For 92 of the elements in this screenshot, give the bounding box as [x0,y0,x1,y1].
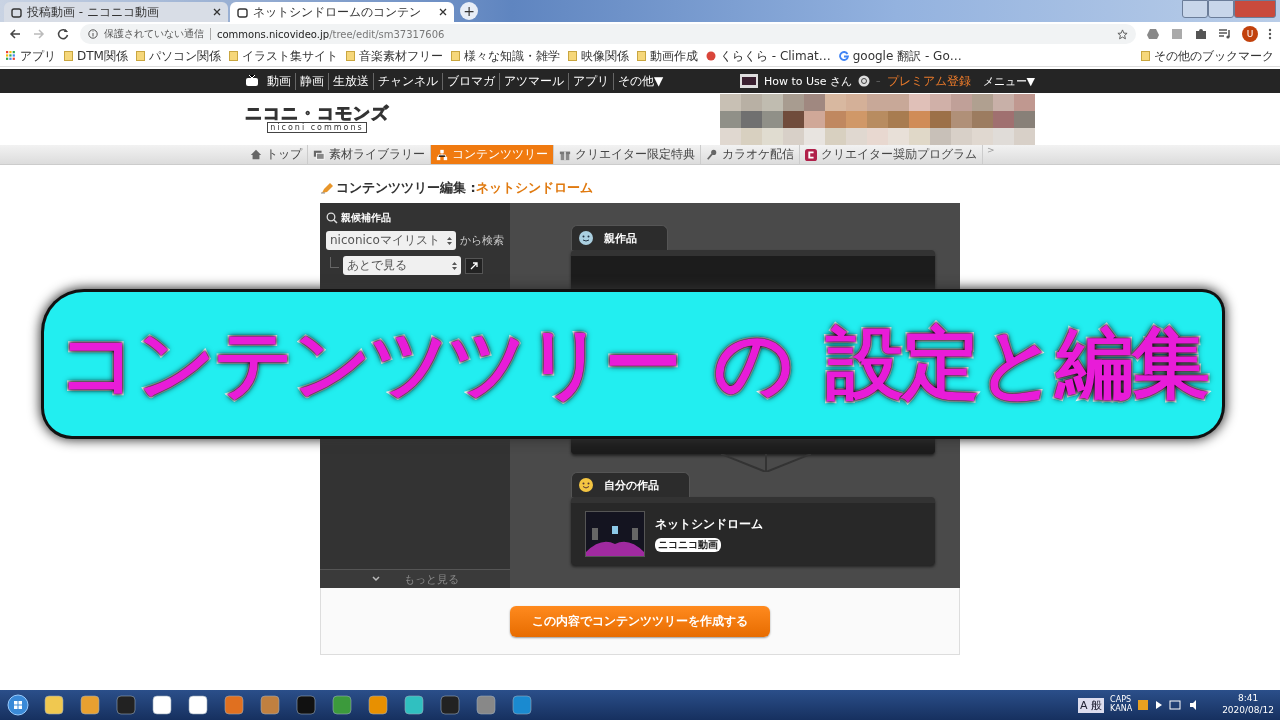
site-link[interactable]: 動画 [263,72,295,90]
gallery-icon [313,148,325,161]
premium-link[interactable]: プレミアム登録 [886,72,971,90]
folder-icon [450,51,460,61]
info-icon [88,29,98,39]
site-link[interactable]: アプリ [568,72,613,90]
pencil-icon [320,182,334,194]
bookmark-item[interactable]: DTM関係 [64,47,128,65]
work-title[interactable]: ネットシンドローム [655,516,763,533]
site-link[interactable]: アツマール [499,72,568,90]
menu-icon[interactable] [1268,28,1272,40]
app-icon[interactable] [150,694,174,716]
tree-icon [436,148,448,161]
url-text: commons.nicovideo.jp/tree/edit/sm37317606 [217,28,445,40]
folder-icon [1141,51,1150,61]
search-icon [326,212,338,224]
separator-dash: – [876,76,881,86]
app-icon[interactable] [366,694,390,716]
user-name[interactable]: How to Use さん [763,73,853,89]
back-icon[interactable] [8,27,22,41]
folder-icon [135,51,145,61]
bookmark-item[interactable]: 動画作成 [636,47,698,65]
bookmark-item[interactable]: 様々な知識・雑学 [450,47,560,65]
star-icon[interactable] [1117,28,1128,40]
folder-icon [567,51,577,61]
bookmark-item[interactable]: くらくら - Climat… [705,47,831,65]
close-icon[interactable] [213,8,221,16]
playlist-icon[interactable] [1218,27,1232,41]
site-link[interactable]: ブロマガ [442,72,499,90]
site-link[interactable]: その他▼ [613,72,668,90]
house-icon [250,148,262,161]
bookmark-folder[interactable]: その他のブックマーク [1141,47,1274,65]
caption-text: の [714,316,792,410]
google-g-icon [838,51,849,61]
page-title: コンテンツツリー編集 :ネットシンドローム [336,179,593,197]
profile-avatar[interactable]: U [1242,26,1258,42]
updown-arrows-icon [447,236,452,245]
coin-icon [858,75,871,87]
dropdown-suffix-label: から検索 [460,233,504,248]
reload-icon[interactable] [56,27,70,41]
ime-indicator[interactable]: A 般 [1078,697,1105,713]
caption-text: 設定と編集 [826,316,1208,410]
folder-icon [636,51,646,61]
maximize-button[interactable] [1208,0,1234,18]
browser-tab[interactable]: 投稿動画 - ニコニコ動画 [4,2,228,22]
bookmark-item[interactable]: google 翻訳 - Go… [838,47,962,65]
menu-link[interactable]: メニュー▼ [982,73,1035,89]
open-button[interactable] [465,257,483,274]
nav-tab[interactable]: トップ [245,145,308,164]
nav-tab[interactable]: クリエイター奨励プログラム [800,145,983,164]
updown-arrows-icon [452,261,457,270]
apps-grid-icon [6,51,16,61]
bookmark-item[interactable]: パソコン関係 [135,47,221,65]
bookmark-item[interactable]: アプリ [6,47,56,65]
minimize-button[interactable] [1182,0,1208,18]
keyboard-status: CAPS KANA [1110,696,1133,714]
app-icon[interactable] [78,694,102,716]
chevron-down-icon [371,576,380,582]
address-bar[interactable]: 保護されていない通信 commons.nicovideo.jp/tree/edit/sm37317606 [80,24,1136,44]
bookmark-item[interactable]: イラスト集サイト [228,47,338,65]
clock[interactable]: 8:41 2020/08/12 [1222,693,1274,717]
panel-title: 親候補作品 [341,211,391,225]
close-icon[interactable] [439,8,447,16]
site-badge: ニコニコ動画 [655,538,721,552]
start-orb-icon[interactable] [6,694,30,716]
app-icon[interactable] [186,694,210,716]
site-logo[interactable]: ニコニ・コモンズ niconi commons [245,105,389,133]
avatar-thumbnail-icon[interactable] [739,74,758,88]
caption-text: コンテンツツリー [58,316,680,410]
new-tab-button[interactable]: + [460,2,478,20]
nav-tab[interactable]: カラオケ配信 [701,145,800,164]
app-icon[interactable] [402,694,426,716]
arrow-icon [469,261,479,270]
video-thumbnail[interactable] [585,511,645,557]
site-link[interactable]: 静画 [295,72,328,90]
c-logo-icon [805,148,817,161]
bookmark-item[interactable]: 映像関係 [567,47,629,65]
folder-icon [228,51,238,61]
security-label: 保護されていない通信 [104,27,204,41]
site-link[interactable]: チャンネル [373,72,442,90]
list-dropdown[interactable]: あとで見る [343,256,461,275]
microphone-icon [706,148,718,161]
source-dropdown[interactable]: niconicoマイリスト [326,231,456,250]
app-icon[interactable] [42,694,66,716]
face-icon [578,230,594,246]
nav-tab[interactable]: クリエイター限定特典 [554,145,701,164]
site-link[interactable]: 生放送 [328,72,373,90]
folder-icon [64,51,73,61]
bookmark-item[interactable]: 音楽素材フリー [345,47,443,65]
folder-icon [345,51,355,61]
browser-tab[interactable]: ネットシンドロームのコンテン [230,2,454,22]
smiley-icon [578,477,594,493]
